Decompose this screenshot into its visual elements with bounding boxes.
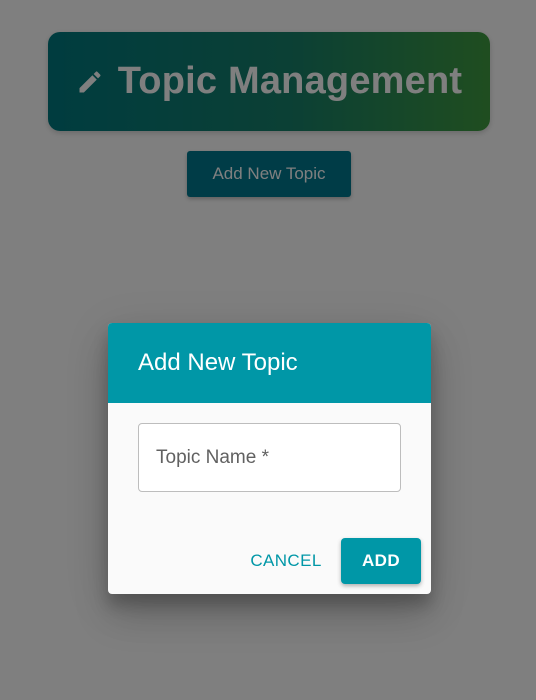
- add-button[interactable]: ADD: [341, 538, 421, 584]
- topic-name-input[interactable]: [139, 424, 400, 491]
- dialog-header: Add New Topic: [108, 323, 431, 403]
- add-topic-dialog: Add New Topic Topic Name * CANCEL ADD: [108, 323, 431, 594]
- cancel-button[interactable]: CANCEL: [241, 538, 331, 584]
- topic-name-field[interactable]: Topic Name *: [138, 423, 401, 492]
- dialog-title: Add New Topic: [138, 349, 298, 376]
